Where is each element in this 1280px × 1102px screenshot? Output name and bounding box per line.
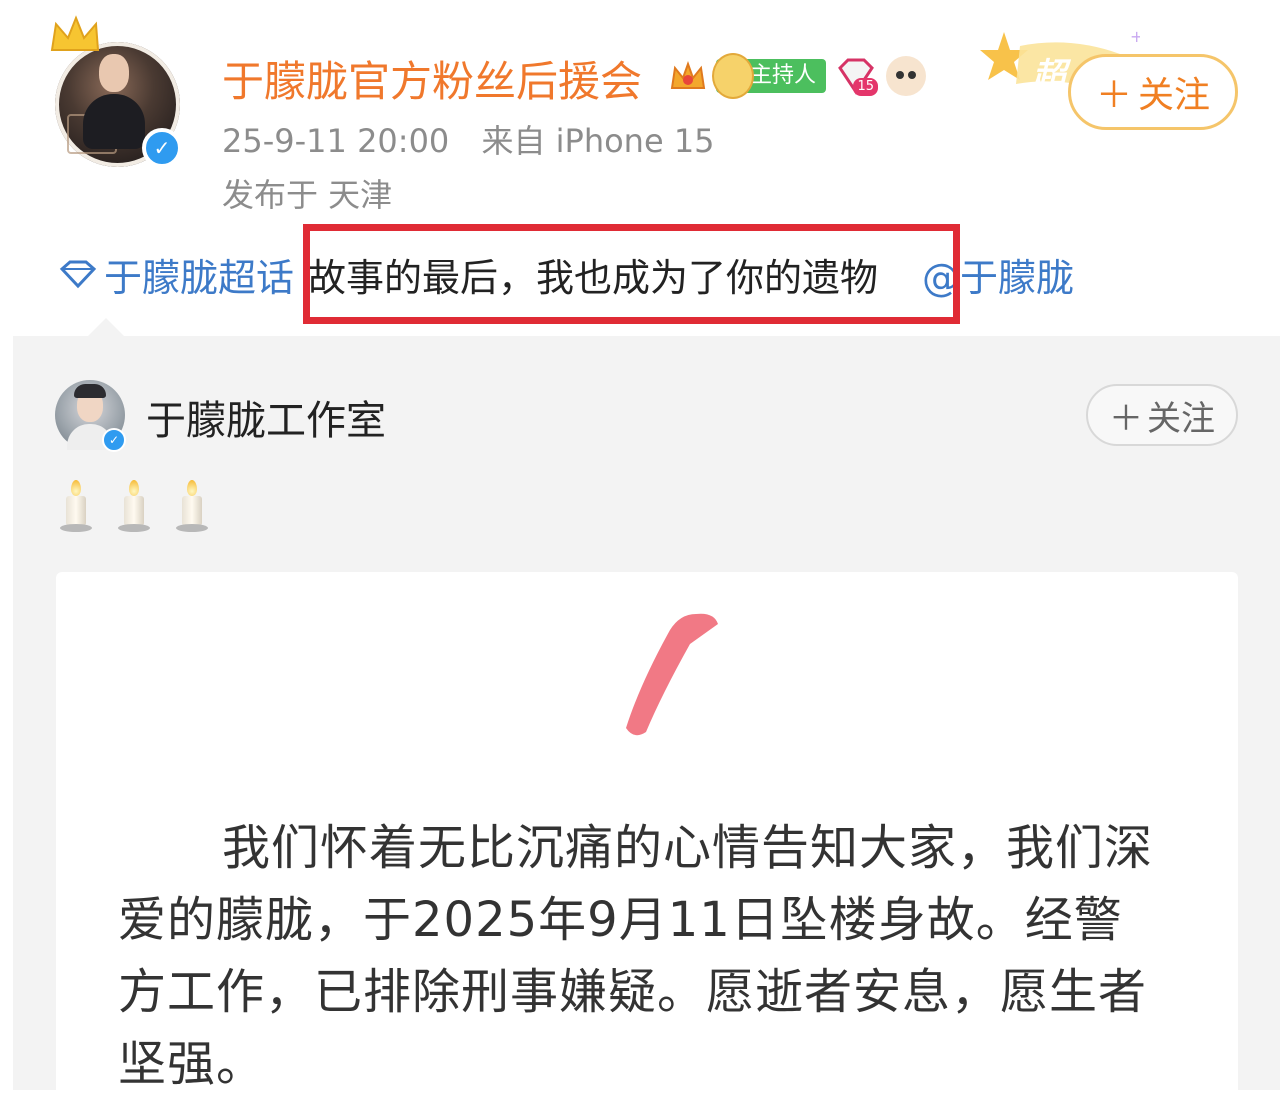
verified-icon: ✓ xyxy=(102,428,126,452)
super-topic-label: 超 xyxy=(1032,56,1066,96)
studio-avatar-hair xyxy=(74,384,106,398)
host-badge-label: 主持人 xyxy=(750,63,817,88)
post-timestamp: 25-9-11 20:00 xyxy=(222,122,450,160)
candle-emoji-row xyxy=(58,480,210,532)
brush-stroke-mark xyxy=(626,613,718,736)
avatar-figure-body xyxy=(83,94,145,149)
follow-button-label: 关注 xyxy=(1147,398,1215,439)
gem-level-number: 15 xyxy=(853,78,879,96)
candle-icon xyxy=(174,480,210,532)
topic-diamond-icon xyxy=(59,260,97,289)
post-meta: 25-9-11 20:00 来自 iPhone 15 xyxy=(222,116,715,162)
pet-icon[interactable] xyxy=(886,56,927,96)
candle-icon xyxy=(116,480,152,532)
super-topic-link[interactable]: 于朦胧超话 xyxy=(58,247,294,302)
mention-link[interactable]: @于朦胧 xyxy=(922,247,1074,302)
verified-icon: ✓ xyxy=(142,128,182,168)
follow-studio-button[interactable]: ＋ 关注 xyxy=(1086,384,1238,446)
follow-button[interactable]: ＋ 关注 xyxy=(1068,54,1238,130)
follow-button-label: 关注 xyxy=(1138,75,1211,116)
gem-level-icon[interactable]: 15 xyxy=(834,54,879,98)
avatar-figure-face xyxy=(99,54,129,92)
super-topic-label: 于朦胧超话 xyxy=(104,255,295,300)
post-location: 发布于 天津 xyxy=(222,176,393,214)
host-badge-icon xyxy=(712,53,754,99)
user-badges: 主持人 15 xyxy=(668,52,927,100)
post-source[interactable]: 来自 iPhone 15 xyxy=(481,122,714,160)
notice-text: 我们怀着无比沉痛的心情告知大家，我们深爱的朦胧，于2025年9月11日坠楼身故。… xyxy=(118,820,1154,1092)
vip-crown-icon[interactable] xyxy=(668,56,708,96)
crown-icon xyxy=(50,15,100,51)
plus-icon: ＋ xyxy=(1109,398,1143,439)
host-badge[interactable]: 主持人 xyxy=(712,53,827,99)
repost-pointer xyxy=(86,318,126,338)
svg-text:+: + xyxy=(1130,28,1140,46)
studio-username[interactable]: 于朦胧工作室 xyxy=(146,388,386,446)
poster-username[interactable]: 于朦胧官方粉丝后援会 xyxy=(222,48,642,109)
post-text: 故事的最后，我也成为了你的遗物 xyxy=(308,255,879,300)
post-content: 于朦胧超话 故事的最后，我也成为了你的遗物 @于朦胧 xyxy=(58,246,1074,302)
plus-icon: ＋ xyxy=(1095,75,1132,116)
candle-icon xyxy=(58,480,94,532)
